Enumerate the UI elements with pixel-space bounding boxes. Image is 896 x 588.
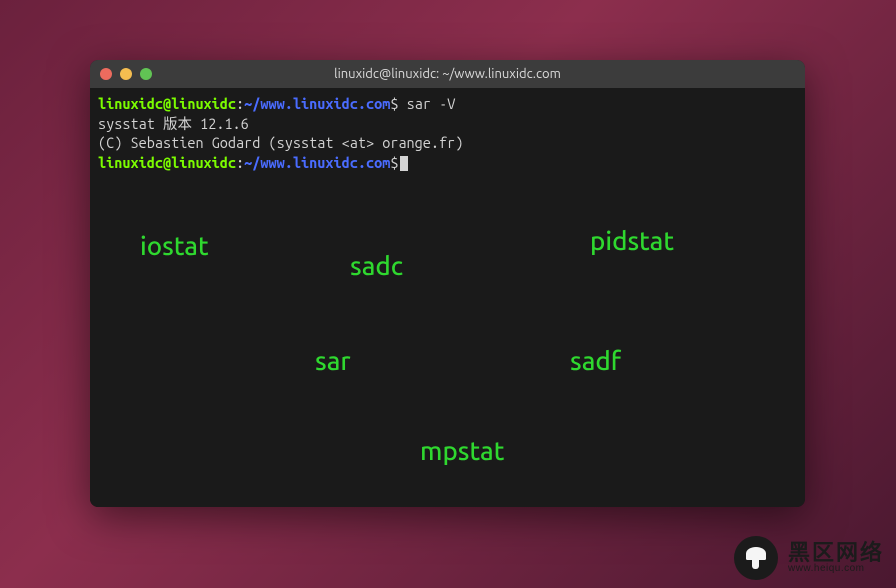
prompt-path: ~/www.linuxidc.com [244,95,390,112]
overlay-sadf: sadf [570,343,621,378]
cursor-icon [400,156,408,171]
prompt-colon: : [236,154,244,171]
prompt-dollar: $ [390,154,398,171]
mushroom-icon [746,547,766,569]
prompt-path: ~/www.linuxidc.com [244,154,390,171]
overlay-mpstat: mpstat [420,433,504,468]
command-text: sar -V [398,95,455,112]
prompt-line-2: linuxidc@linuxidc:~/www.linuxidc.com$ [98,153,797,173]
overlay-sadc: sadc [350,248,403,283]
watermark: 黑区网络 www.heiqu.com [734,536,884,580]
window-title: linuxidc@linuxidc: ~/www.linuxidc.com [90,67,805,81]
maximize-button[interactable] [140,68,152,80]
output-line-2: (C) Sebastien Godard (sysstat <at> orang… [98,133,797,153]
close-button[interactable] [100,68,112,80]
watermark-en: www.heiqu.com [788,564,884,575]
overlay-iostat: iostat [140,228,209,263]
terminal-body[interactable]: linuxidc@linuxidc:~/www.linuxidc.com$ sa… [90,88,805,507]
overlay-sar: sar [315,343,351,378]
prompt-user: linuxidc@linuxidc [98,154,236,171]
prompt-line-1: linuxidc@linuxidc:~/www.linuxidc.com$ sa… [98,94,797,114]
minimize-button[interactable] [120,68,132,80]
watermark-logo-icon [734,536,778,580]
watermark-cn: 黑区网络 [788,541,884,564]
terminal-window: linuxidc@linuxidc: ~/www.linuxidc.com li… [90,60,805,507]
prompt-user: linuxidc@linuxidc [98,95,236,112]
watermark-text: 黑区网络 www.heiqu.com [788,541,884,575]
window-controls [100,68,152,80]
prompt-colon: : [236,95,244,112]
overlay-pidstat: pidstat [590,223,674,258]
titlebar: linuxidc@linuxidc: ~/www.linuxidc.com [90,60,805,88]
output-line-1: sysstat 版本 12.1.6 [98,114,797,134]
